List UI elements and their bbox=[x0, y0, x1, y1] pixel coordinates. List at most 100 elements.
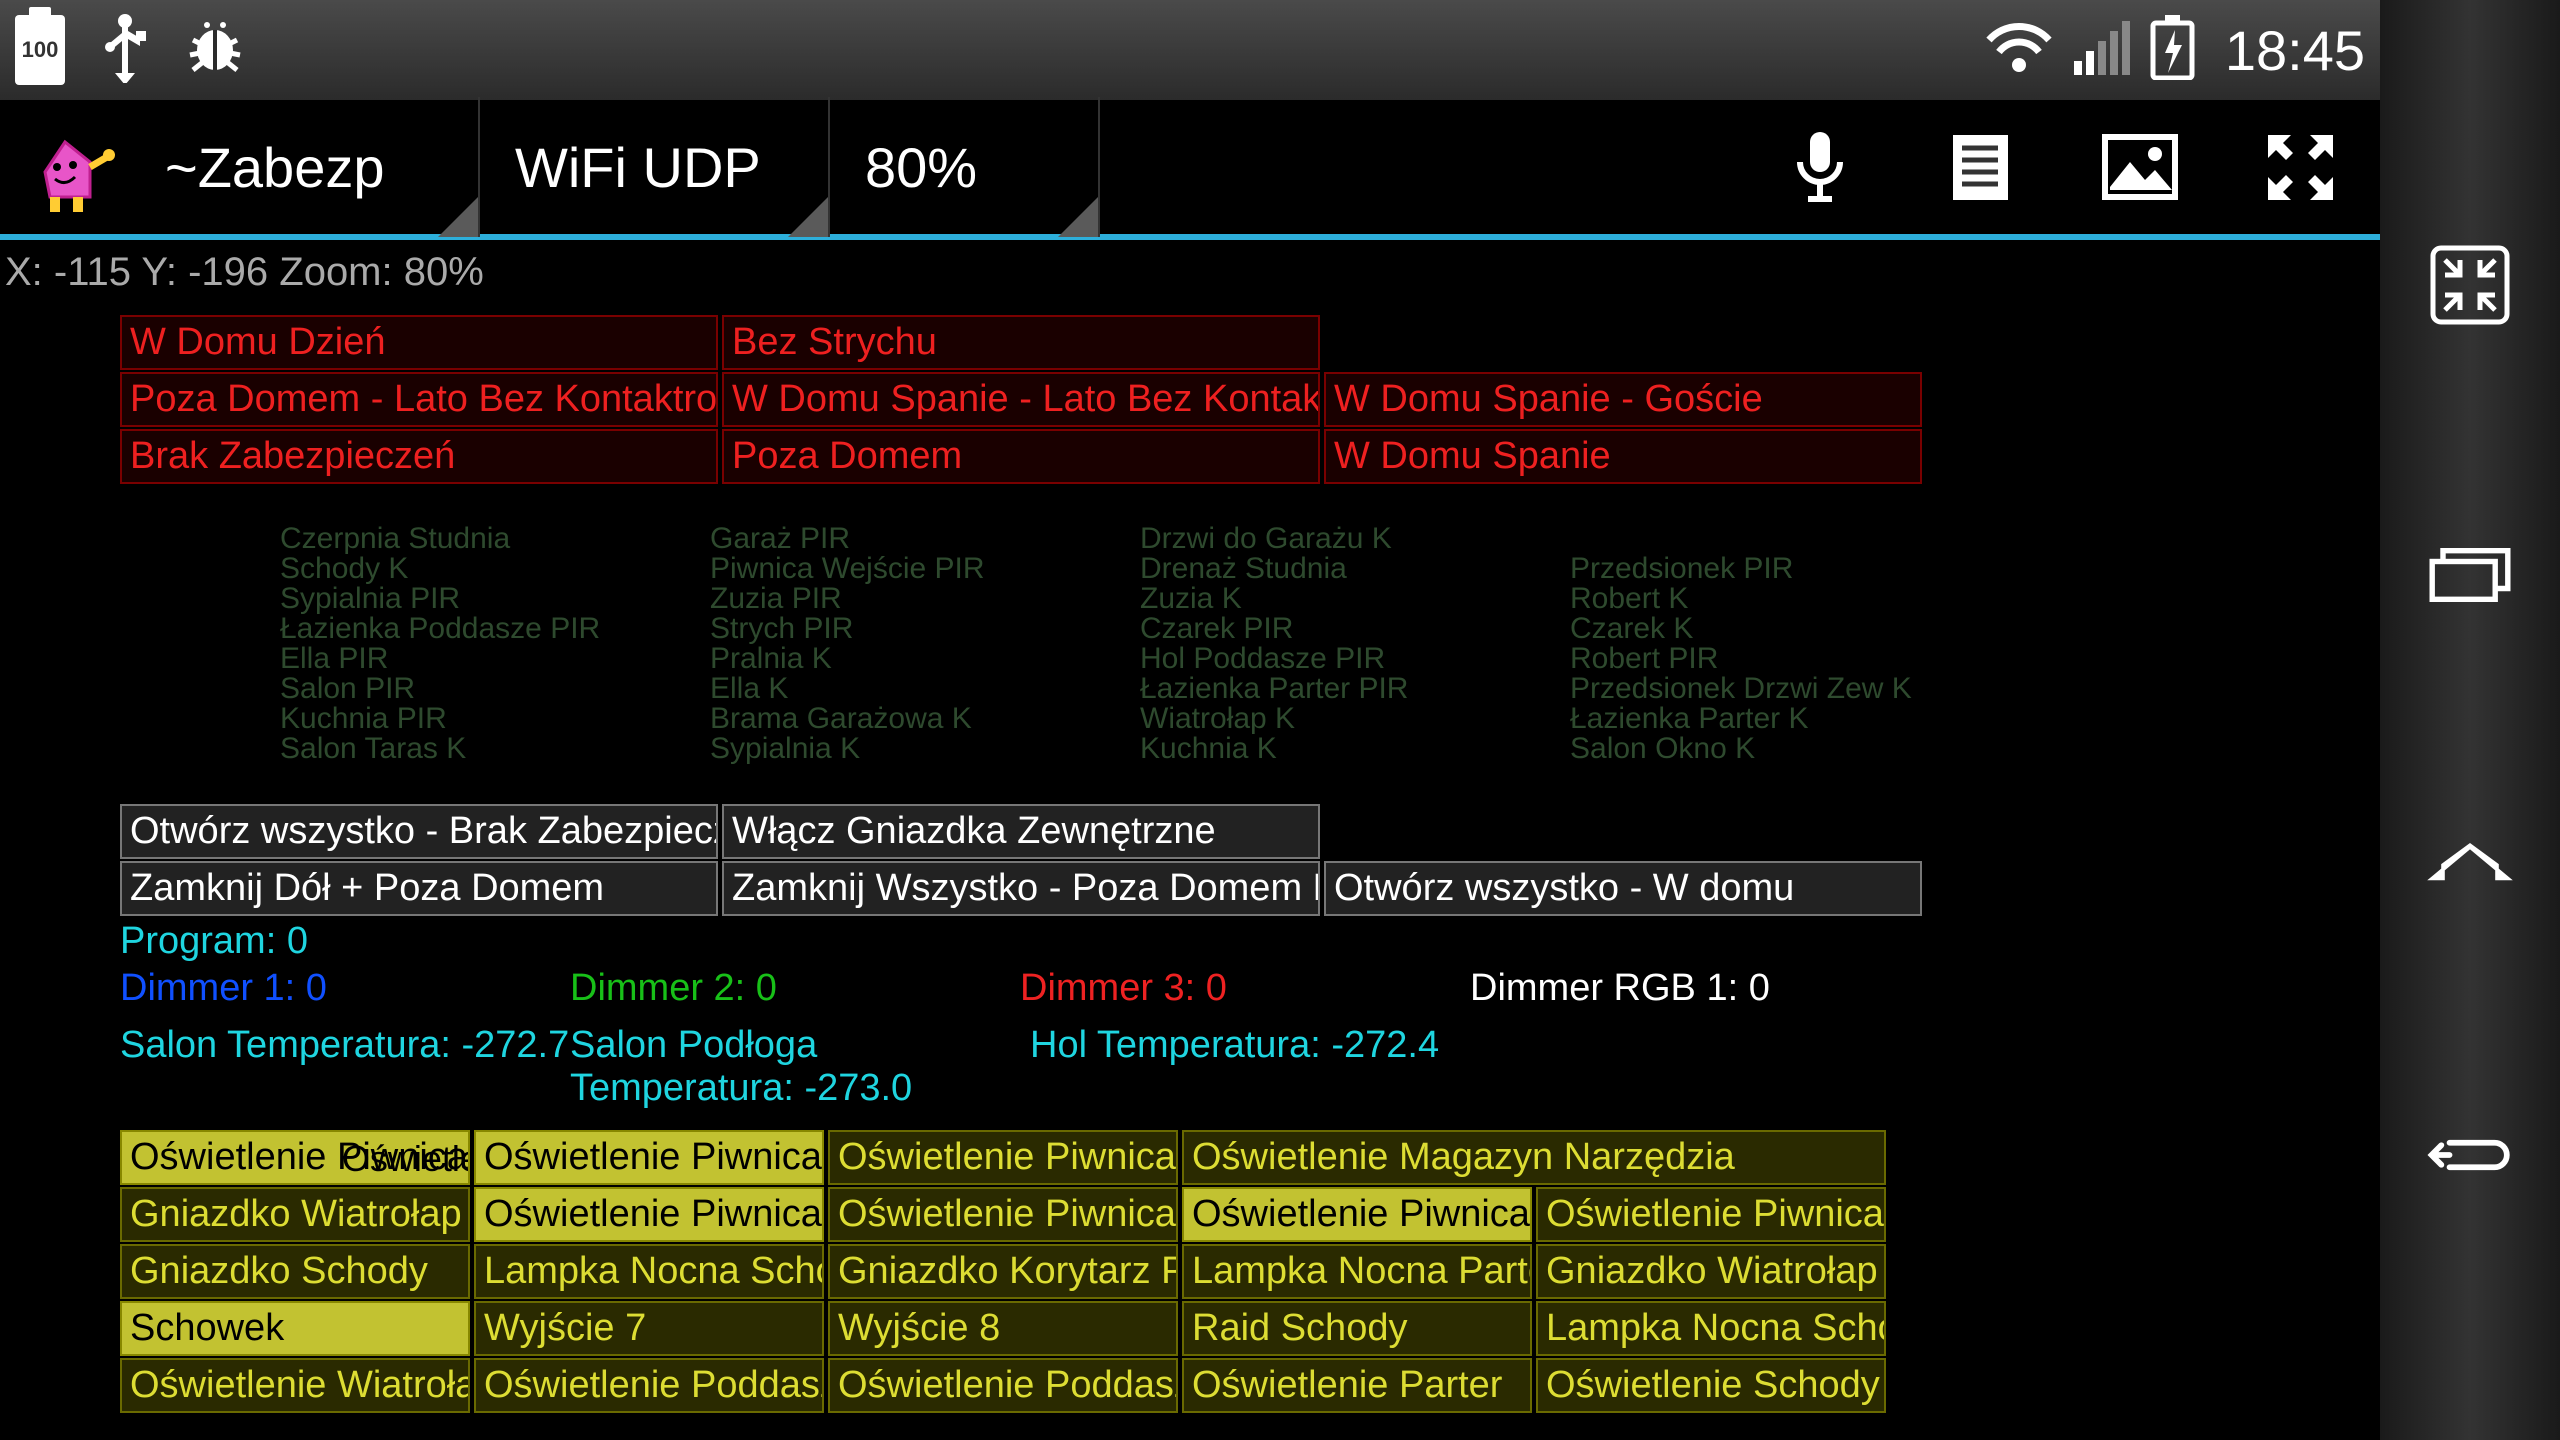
sensor-label: Brama Garażowa K bbox=[710, 704, 1140, 734]
output-button[interactable]: Oświetlenie Piwnica Win bbox=[1536, 1187, 1886, 1242]
temp-status: Hol Temperatura: -272.4 bbox=[1030, 1024, 1480, 1110]
battery-charging-icon bbox=[2150, 15, 2195, 85]
dimmer-status: Dimmer 1: 0 bbox=[120, 967, 570, 1010]
system-nav-bar bbox=[2380, 0, 2560, 1440]
output-button[interactable]: Oświetlenie Wiatrołap bbox=[120, 1358, 470, 1413]
sensor-label: Sypialnia PIR bbox=[280, 584, 710, 614]
sensor-label: Salon Taras K bbox=[280, 734, 710, 764]
sensor-label: Kuchnia PIR bbox=[280, 704, 710, 734]
sensor-label: Drzwi do Garażu K bbox=[1140, 524, 1570, 554]
action-button[interactable]: Włącz Gniazdka Zewnętrzne bbox=[722, 804, 1320, 859]
output-button[interactable]: Gniazdko Korytarz Parter bbox=[828, 1244, 1178, 1299]
output-button[interactable]: Oświetlenie Piwnica Przetwory bbox=[474, 1130, 824, 1185]
output-button[interactable]: Gniazdko Schody bbox=[120, 1244, 470, 1299]
signal-icon bbox=[2074, 25, 2130, 75]
sensor-label: Drenaż Studnia bbox=[1140, 554, 1570, 584]
mode-button[interactable]: Brak Zabezpieczeń bbox=[120, 429, 718, 484]
sensor-label: Sypialnia K bbox=[710, 734, 1140, 764]
status-bar: 100 18:45 bbox=[0, 0, 2380, 100]
dimmer-status: Dimmer RGB 1: 0 bbox=[1470, 967, 1920, 1010]
sensor-label: Kuchnia K bbox=[1140, 734, 1570, 764]
output-button[interactable]: Gniazdko Wiatrołap PN 1 bbox=[1536, 1244, 1886, 1299]
image-icon[interactable] bbox=[2100, 127, 2180, 207]
sensor-label: Zuzia K bbox=[1140, 584, 1570, 614]
output-button[interactable]: Schowek bbox=[120, 1301, 470, 1356]
output-button[interactable]: Oświetlenie Poddasze Zachód bbox=[828, 1358, 1178, 1413]
mode-button[interactable]: Poza Domem bbox=[722, 429, 1320, 484]
app-toolbar: ~Zabezp WiFi UDP 80% bbox=[0, 100, 2380, 240]
position-readout: X: -115 Y: -196 Zoom: 80% bbox=[0, 240, 2380, 305]
dimmer-status: Dimmer 3: 0 bbox=[1020, 967, 1470, 1010]
dimmer-status: Dimmer 2: 0 bbox=[570, 967, 1020, 1010]
output-button[interactable]: Raid Schody bbox=[1182, 1301, 1532, 1356]
microphone-icon[interactable] bbox=[1780, 127, 1860, 207]
battery-icon: 100 bbox=[15, 15, 65, 85]
back-icon[interactable] bbox=[2410, 1105, 2530, 1205]
sensor-label: Czerpnia Studnia bbox=[280, 524, 710, 554]
mode-button[interactable]: W Domu Spanie - Goście bbox=[1324, 372, 1922, 427]
program-status: Program: 0 bbox=[120, 920, 308, 963]
sensor-label: Czarek PIR bbox=[1140, 614, 1570, 644]
home-icon[interactable] bbox=[2410, 815, 2530, 915]
output-button[interactable]: Oświetlenie Piwnica MagazynOświetlenie bbox=[120, 1130, 470, 1185]
sensor-label: Ella K bbox=[710, 674, 1140, 704]
sensor-label: Zuzia PIR bbox=[710, 584, 1140, 614]
app-logo-icon[interactable] bbox=[10, 112, 120, 222]
output-button[interactable]: Oświetlenie Schody bbox=[1536, 1358, 1886, 1413]
action-button[interactable]: Zamknij Dół + Poza Domem bbox=[120, 861, 718, 916]
sensor-label bbox=[1570, 524, 2000, 554]
sensor-label: Przedsionek Drzwi Zew K bbox=[1570, 674, 2000, 704]
output-button[interactable]: Oświetlenie Piwnica Wejście bbox=[828, 1130, 1178, 1185]
dropdown-category[interactable]: ~Zabezp bbox=[130, 97, 480, 237]
output-button[interactable]: Lampka Nocna Schody P bbox=[474, 1244, 824, 1299]
temp-status: Salon Podłoga Temperatura: -273.0 bbox=[570, 1024, 1030, 1110]
sensor-label: Łazienka Parter PIR bbox=[1140, 674, 1570, 704]
mode-button[interactable]: W Domu Dzień bbox=[120, 315, 718, 370]
output-button[interactable]: Oświetlenie Piwnica Hol bbox=[474, 1187, 824, 1242]
dropdown-zoom[interactable]: 80% bbox=[830, 97, 1100, 237]
mode-button[interactable]: W Domu Spanie bbox=[1324, 429, 1922, 484]
sensor-label: Garaż PIR bbox=[710, 524, 1140, 554]
sensor-label: Salon Okno K bbox=[1570, 734, 2000, 764]
list-icon[interactable] bbox=[1940, 127, 2020, 207]
output-button[interactable]: Oświetlenie Parter bbox=[1182, 1358, 1532, 1413]
output-button[interactable]: Lampka Nocna Parter bbox=[1182, 1244, 1532, 1299]
action-button[interactable]: Otwórz wszystko - Brak Zabezpieczeń bbox=[120, 804, 718, 859]
sensor-label: Łazienka Poddasze PIR bbox=[280, 614, 710, 644]
output-button[interactable]: Oświetlenie Magazyn Narzędzia bbox=[1182, 1130, 1886, 1185]
debug-icon bbox=[185, 20, 245, 80]
recent-apps-icon[interactable] bbox=[2410, 525, 2530, 625]
mode-button[interactable]: Poza Domem - Lato Bez Kontaktronów bbox=[120, 372, 718, 427]
output-button[interactable]: Oświetlenie Piwnica Kotłownia bbox=[828, 1187, 1178, 1242]
output-button[interactable]: Oświetlenie Piwnica Narzędzia bbox=[1182, 1187, 1532, 1242]
sensor-label: Wiatrołap K bbox=[1140, 704, 1570, 734]
action-button[interactable]: Zamknij Wszystko - Poza Domem Lato Bez K… bbox=[722, 861, 1320, 916]
sensor-label: Robert PIR bbox=[1570, 644, 2000, 674]
wifi-icon bbox=[1984, 20, 2054, 80]
output-button[interactable]: Lampka Nocna Schody L bbox=[1536, 1301, 1886, 1356]
sensor-grid: Czerpnia StudniaSchody KSypialnia PIRŁaz… bbox=[280, 524, 2260, 764]
output-button[interactable]: Gniazdko Wiatrołap PN 2 bbox=[120, 1187, 470, 1242]
collapse-icon[interactable] bbox=[2410, 235, 2530, 335]
dropdown-connection[interactable]: WiFi UDP bbox=[480, 97, 830, 237]
fullscreen-icon[interactable] bbox=[2260, 127, 2340, 207]
sensor-label: Schody K bbox=[280, 554, 710, 584]
output-button[interactable]: Wyjście 8 bbox=[828, 1301, 1178, 1356]
sensor-label: Łazienka Parter K bbox=[1570, 704, 2000, 734]
output-button[interactable]: Wyjście 7 bbox=[474, 1301, 824, 1356]
usb-icon bbox=[100, 13, 150, 88]
sensor-label: Czarek K bbox=[1570, 614, 2000, 644]
sensor-label: Przedsionek PIR bbox=[1570, 554, 2000, 584]
sensor-label: Robert K bbox=[1570, 584, 2000, 614]
output-button[interactable]: Oświetlenie Poddasze Wschód bbox=[474, 1358, 824, 1413]
sensor-label: Hol Poddasze PIR bbox=[1140, 644, 1570, 674]
action-button[interactable]: Otwórz wszystko - W domu bbox=[1324, 861, 1922, 916]
sensor-label: Salon PIR bbox=[280, 674, 710, 704]
sensor-label: Piwnica Wejście PIR bbox=[710, 554, 1140, 584]
mode-button[interactable]: W Domu Spanie - Lato Bez Kontaktronów na… bbox=[722, 372, 1320, 427]
sensor-label: Strych PIR bbox=[710, 614, 1140, 644]
mode-button[interactable]: Bez Strychu bbox=[722, 315, 1320, 370]
temp-status: Salon Temperatura: -272.7 bbox=[120, 1024, 570, 1110]
clock-text: 18:45 bbox=[2225, 18, 2365, 83]
sensor-label: Pralnia K bbox=[710, 644, 1140, 674]
